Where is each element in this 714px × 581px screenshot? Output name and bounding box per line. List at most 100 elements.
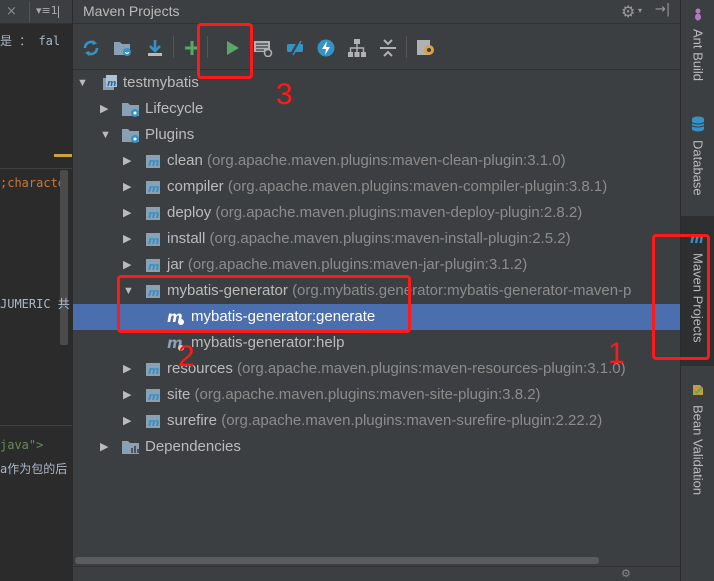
chevron-right-icon[interactable]: ▶ bbox=[123, 206, 135, 220]
plugin-coordinates: (org.apache.maven.plugins:maven-site-plu… bbox=[194, 386, 541, 403]
svg-text:m: m bbox=[148, 364, 159, 377]
plugin-coordinates: (org.apache.maven.plugins:maven-resource… bbox=[237, 360, 626, 377]
annotation-number: 1 bbox=[608, 337, 625, 370]
svg-text:m: m bbox=[148, 156, 159, 169]
tool-tab-database[interactable]: Database bbox=[681, 116, 714, 206]
plugin-coordinates: (org.apache.maven.plugins:maven-compiler… bbox=[227, 178, 608, 195]
toolbar-divider bbox=[406, 36, 407, 58]
chevron-right-icon[interactable]: ▶ bbox=[123, 180, 135, 194]
chevron-right-icon[interactable]: ▶ bbox=[123, 258, 135, 272]
hide-panel-icon[interactable]: →| bbox=[655, 2, 670, 17]
lifecycle-folder-icon bbox=[121, 100, 141, 118]
tree-node-plugin[interactable]: ▶ m surefire (org.apache.maven.plugins:m… bbox=[73, 408, 681, 434]
tree-node-plugin[interactable]: ▶ m resources (org.apache.maven.plugins:… bbox=[73, 356, 681, 382]
plugin-icon: m bbox=[143, 178, 163, 196]
tree-node-lifecycle[interactable]: ▶ Lifecycle bbox=[73, 96, 681, 122]
chevron-right-icon[interactable]: ▶ bbox=[123, 232, 135, 246]
toggle-skip-tests-icon[interactable] bbox=[314, 36, 338, 60]
chevron-down-icon[interactable]: ▾ bbox=[638, 6, 642, 15]
plugin-coordinates: (org.apache.maven.plugins:maven-install-… bbox=[209, 230, 571, 247]
annotation-number: 3 bbox=[276, 78, 293, 111]
tab-list-menu[interactable]: ▾≡1 bbox=[36, 4, 58, 17]
tree-node-label: install bbox=[167, 230, 206, 247]
tree-node-plugin[interactable]: ▶ m install (org.apache.maven.plugins:ma… bbox=[73, 226, 681, 252]
svg-text:m: m bbox=[148, 182, 159, 195]
generate-sources-icon[interactable] bbox=[111, 36, 135, 60]
tree-node-label: Dependencies bbox=[145, 438, 241, 455]
scrollbar-thumb[interactable] bbox=[75, 557, 599, 564]
tool-tab-bean-validation[interactable]: Bean Validation bbox=[681, 382, 714, 502]
code-editor-pane[interactable]: × ▾≡1 是 ： fal ;characte JUMERIC 共 java">… bbox=[0, 0, 72, 581]
plugin-icon: m bbox=[143, 230, 163, 248]
tree-node-plugins[interactable]: ▼ Plugins bbox=[73, 122, 681, 148]
tree-node-label: Plugins bbox=[145, 126, 195, 143]
ant-icon bbox=[691, 6, 705, 25]
panel-title: Maven Projects bbox=[83, 3, 180, 19]
tool-tab-ant-build[interactable]: Ant Build bbox=[681, 6, 714, 96]
tree-node-dependencies[interactable]: ▶ Dependencies bbox=[73, 434, 681, 460]
tree-node-plugin[interactable]: ▶ m compiler (org.apache.maven.plugins:m… bbox=[73, 174, 681, 200]
editor-divider bbox=[0, 168, 72, 169]
svg-text:m: m bbox=[148, 390, 159, 403]
code-line: JUMERIC 共 bbox=[0, 297, 70, 311]
plugin-coordinates: (org.apache.maven.plugins:maven-deploy-p… bbox=[215, 204, 583, 221]
tab-divider bbox=[29, 2, 30, 22]
show-dependencies-icon[interactable] bbox=[345, 36, 369, 60]
close-tab-icon[interactable]: × bbox=[6, 4, 17, 19]
tree-node-label: resources bbox=[167, 360, 233, 377]
chevron-right-icon[interactable]: ▶ bbox=[123, 154, 135, 168]
chevron-right-icon[interactable]: ▶ bbox=[100, 440, 112, 454]
tab-divider bbox=[58, 6, 59, 18]
download-sources-icon[interactable] bbox=[143, 36, 167, 60]
svg-text:m: m bbox=[107, 79, 116, 89]
bean-validation-icon bbox=[691, 382, 705, 401]
svg-text:m: m bbox=[148, 416, 159, 429]
dependencies-folder-icon bbox=[121, 438, 141, 456]
tree-node-plugin[interactable]: ▶ m deploy (org.apache.maven.plugins:mav… bbox=[73, 200, 681, 226]
code-line: a作为包的后 bbox=[0, 462, 68, 476]
maven-settings-icon[interactable] bbox=[414, 36, 438, 60]
editor-divider bbox=[0, 425, 72, 426]
execute-maven-goal-icon[interactable] bbox=[251, 36, 275, 60]
panel-header: Maven Projects ⚙ ▾ →| bbox=[73, 0, 681, 24]
chevron-down-icon[interactable]: ▼ bbox=[100, 128, 112, 142]
gear-icon[interactable]: ⚙ bbox=[621, 567, 631, 580]
tree-node-label: testmybatis bbox=[123, 74, 199, 91]
tree-node-label: deploy bbox=[167, 204, 212, 221]
gear-icon[interactable]: ⚙ bbox=[621, 2, 635, 21]
tree-node-label: compiler bbox=[167, 178, 224, 195]
tree-node-plugin[interactable]: ▶ m clean (org.apache.maven.plugins:mave… bbox=[73, 148, 681, 174]
chevron-right-icon[interactable]: ▶ bbox=[123, 362, 135, 376]
plugin-icon: m bbox=[143, 256, 163, 274]
chevron-right-icon[interactable]: ▶ bbox=[123, 414, 135, 428]
code-line: 是 ： fal bbox=[0, 34, 61, 48]
plugin-icon: m bbox=[143, 412, 163, 430]
plugin-icon: m bbox=[143, 204, 163, 222]
collapse-all-icon[interactable] bbox=[376, 36, 400, 60]
plugin-coordinates: (org.apache.maven.plugins:maven-surefire… bbox=[221, 412, 603, 429]
tree-node-label: site bbox=[167, 386, 191, 403]
editor-tab-bar: × ▾≡1 bbox=[0, 0, 72, 24]
tree-node-plugin[interactable]: ▶ m site (org.apache.maven.plugins:maven… bbox=[73, 382, 681, 408]
tree-node-project[interactable]: ▼ m testmybatis bbox=[73, 70, 681, 96]
tool-tab-label: Bean Validation bbox=[690, 405, 706, 496]
caret-row-marker bbox=[54, 154, 72, 157]
toggle-offline-mode-icon[interactable] bbox=[283, 36, 307, 60]
tree-node-goal-help[interactable]: m mybatis-generator:help bbox=[73, 330, 681, 356]
panel-footer bbox=[73, 566, 681, 581]
reimport-all-icon[interactable] bbox=[79, 36, 103, 60]
database-icon bbox=[691, 116, 705, 136]
svg-text:m: m bbox=[148, 234, 159, 247]
editor-scrollbar[interactable] bbox=[60, 170, 68, 345]
svg-text:m: m bbox=[148, 208, 159, 221]
chevron-down-icon[interactable]: ▼ bbox=[77, 76, 89, 90]
chevron-right-icon[interactable]: ▶ bbox=[100, 102, 112, 116]
code-line: ;characte bbox=[0, 176, 66, 190]
annotation-box-run bbox=[197, 23, 253, 79]
maven-module-icon: m bbox=[100, 74, 120, 92]
plugin-coordinates: (org.apache.maven.plugins:maven-clean-pl… bbox=[207, 152, 566, 169]
maven-toolbar bbox=[73, 24, 681, 70]
plugin-coordinates: (org.apache.maven.plugins:maven-jar-plug… bbox=[187, 256, 528, 273]
chevron-right-icon[interactable]: ▶ bbox=[123, 388, 135, 402]
tool-tab-label: Ant Build bbox=[690, 29, 706, 82]
